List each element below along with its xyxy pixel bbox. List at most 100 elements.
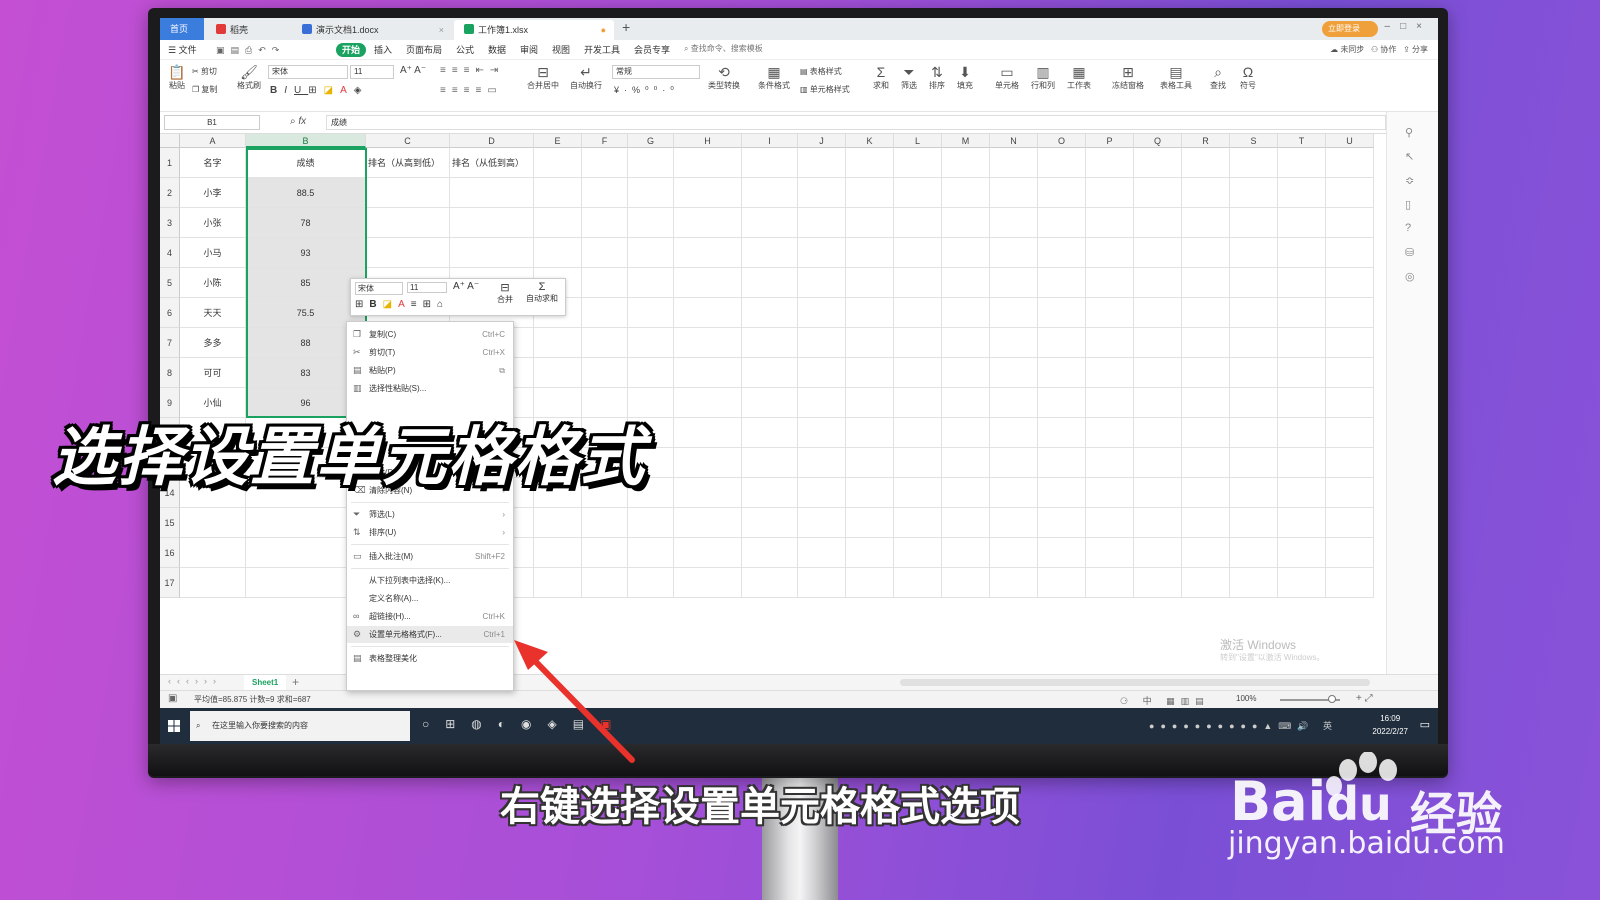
cell-s7[interactable] (1230, 328, 1278, 358)
cell-a1[interactable]: 名字 (180, 148, 246, 178)
cell-i8[interactable] (742, 358, 798, 388)
cell-h5[interactable] (674, 268, 742, 298)
cell-u2[interactable] (1326, 178, 1374, 208)
mini-autosum-button[interactable]: Σ 自动求和 (521, 281, 563, 304)
conditional-format-button[interactable]: ▦ 条件格式 (756, 64, 792, 91)
column-header-n[interactable]: N (990, 134, 1038, 148)
cell-i2[interactable] (742, 178, 798, 208)
column-header-r[interactable]: R (1182, 134, 1230, 148)
cell-l1[interactable] (894, 148, 942, 178)
cell-t17[interactable] (1278, 568, 1326, 598)
cell-s8[interactable] (1230, 358, 1278, 388)
menu-formulas[interactable]: 公式 (456, 43, 474, 57)
cell-a16[interactable] (180, 538, 246, 568)
cell-i13[interactable] (742, 448, 798, 478)
cell-s5[interactable] (1230, 268, 1278, 298)
cell-n4[interactable] (990, 238, 1038, 268)
cell-k3[interactable] (846, 208, 894, 238)
cell-o2[interactable] (1038, 178, 1086, 208)
zoom-slider-handle[interactable] (1328, 695, 1336, 703)
column-header-q[interactable]: Q (1134, 134, 1182, 148)
cell-s13[interactable] (1230, 448, 1278, 478)
cell-p7[interactable] (1086, 328, 1134, 358)
paste-button[interactable]: 📋 粘贴 (164, 64, 190, 91)
ctx-paste-special[interactable]: ▥ 选择性粘贴(S)... (347, 380, 513, 397)
cell-p8[interactable] (1086, 358, 1134, 388)
macro-icon[interactable]: ▣ (168, 693, 177, 704)
cell-o9[interactable] (1038, 388, 1086, 418)
cell-j1[interactable] (798, 148, 846, 178)
cell-g1[interactable] (628, 148, 674, 178)
cell-l14[interactable] (894, 478, 942, 508)
cell-e15[interactable] (534, 508, 582, 538)
cell-b3[interactable]: 78 (246, 208, 366, 238)
ctx-sort[interactable]: ⇅ 排序(U) › (347, 524, 513, 541)
cell-e8[interactable] (534, 358, 582, 388)
row-header-6[interactable]: 6 (160, 298, 180, 328)
tab-docer[interactable]: 稻壳 (206, 20, 290, 40)
cell-c1[interactable]: 排名（从高到低） (366, 148, 450, 178)
cell-h17[interactable] (674, 568, 742, 598)
cell-n3[interactable] (990, 208, 1038, 238)
cell-t4[interactable] (1278, 238, 1326, 268)
sheet-nav-arrows[interactable]: ‹‹‹››› (168, 676, 222, 686)
cell-t8[interactable] (1278, 358, 1326, 388)
column-header-p[interactable]: P (1086, 134, 1134, 148)
cell-m16[interactable] (942, 538, 990, 568)
cell-j17[interactable] (798, 568, 846, 598)
cell-k4[interactable] (846, 238, 894, 268)
cell-r12[interactable] (1182, 418, 1230, 448)
cell-s3[interactable] (1230, 208, 1278, 238)
select-all-corner[interactable] (160, 134, 180, 148)
row-header-17[interactable]: 17 (160, 568, 180, 598)
menu-home[interactable]: 开始 (336, 43, 367, 57)
cell-k14[interactable] (846, 478, 894, 508)
cell-o7[interactable] (1038, 328, 1086, 358)
cell-q5[interactable] (1134, 268, 1182, 298)
cell-s16[interactable] (1230, 538, 1278, 568)
cell-p13[interactable] (1086, 448, 1134, 478)
cell-a4[interactable]: 小马 (180, 238, 246, 268)
cell-o6[interactable] (1038, 298, 1086, 328)
ctx-insert-comment[interactable]: ▭ 插入批注(M) Shift+F2 (347, 548, 513, 565)
cell-k1[interactable] (846, 148, 894, 178)
collab-button[interactable]: ⚇ 协作 (1371, 45, 1396, 54)
cell-u9[interactable] (1326, 388, 1374, 418)
cell-u15[interactable] (1326, 508, 1374, 538)
formula-input[interactable]: 成绩 (326, 115, 1386, 130)
cell-q17[interactable] (1134, 568, 1182, 598)
ctx-copy[interactable]: ❐ 复制(C) Ctrl+C (347, 326, 513, 343)
cell-j3[interactable] (798, 208, 846, 238)
row-header-4[interactable]: 4 (160, 238, 180, 268)
cell-d2[interactable] (450, 178, 534, 208)
cell-e2[interactable] (534, 178, 582, 208)
cell-c4[interactable] (366, 238, 450, 268)
add-sheet-button[interactable]: + (292, 675, 299, 689)
cell-k9[interactable] (846, 388, 894, 418)
cell-k8[interactable] (846, 358, 894, 388)
cell-n6[interactable] (990, 298, 1038, 328)
cell-k7[interactable] (846, 328, 894, 358)
cell-p6[interactable] (1086, 298, 1134, 328)
cell-q4[interactable] (1134, 238, 1182, 268)
cell-g3[interactable] (628, 208, 674, 238)
menu-developer[interactable]: 开发工具 (584, 43, 620, 57)
cell-o17[interactable] (1038, 568, 1086, 598)
cell-n5[interactable] (990, 268, 1038, 298)
cell-k12[interactable] (846, 418, 894, 448)
cell-u7[interactable] (1326, 328, 1374, 358)
column-header-f[interactable]: F (582, 134, 628, 148)
cell-n13[interactable] (990, 448, 1038, 478)
cell-f4[interactable] (582, 238, 628, 268)
cell-o13[interactable] (1038, 448, 1086, 478)
cell-style-button[interactable]: ▥ 单元格样式 (800, 84, 850, 95)
zoom-in-button[interactable]: + ⤢ (1356, 693, 1373, 704)
cell-g5[interactable] (628, 268, 674, 298)
cell-l4[interactable] (894, 238, 942, 268)
cell-c2[interactable] (366, 178, 450, 208)
cell-e3[interactable] (534, 208, 582, 238)
system-tray[interactable]: ●●●●●●●●●●▲⌨🔊 英 (1149, 719, 1338, 732)
ctx-define-name[interactable]: 定义名称(A)... (347, 590, 513, 607)
cell-p15[interactable] (1086, 508, 1134, 538)
cell-m15[interactable] (942, 508, 990, 538)
